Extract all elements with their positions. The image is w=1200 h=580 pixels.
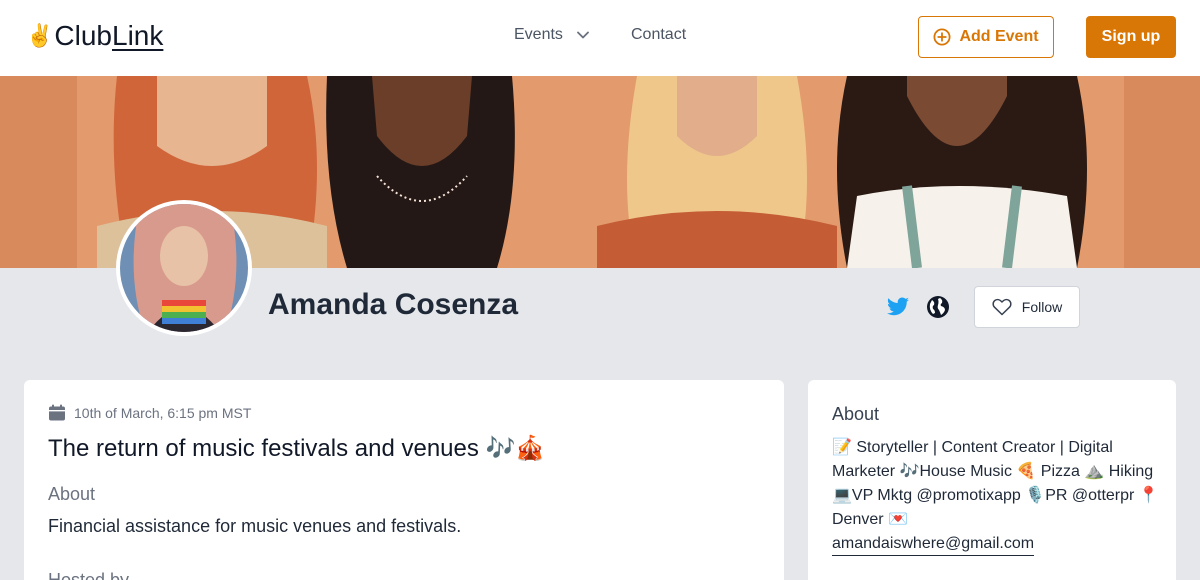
logo-text-club: Club [54, 20, 112, 51]
event-about-heading: About [48, 484, 96, 504]
event-title[interactable]: The return of music festivals and venues… [48, 434, 545, 463]
nav-events-label: Events [514, 26, 563, 43]
plus-circle-icon [933, 28, 951, 46]
chevron-down-icon [577, 31, 589, 39]
top-navigation-bar: ✌️ Club Link Events Contact Add Event Sig… [0, 0, 1200, 76]
hosted-by-heading: Hosted by [48, 570, 130, 580]
add-event-button[interactable]: Add Event [918, 16, 1054, 58]
about-heading: About [832, 404, 880, 424]
sign-up-button[interactable]: Sign up [1086, 16, 1176, 58]
follow-label: Follow [1021, 299, 1063, 315]
twitter-icon[interactable] [886, 295, 910, 319]
event-date-text: 10th of March, 6:15 pm MST [74, 405, 252, 421]
nav-events-dropdown[interactable]: Events [514, 26, 589, 44]
avatar-photo [120, 204, 248, 332]
victory-hand-icon: ✌️ [26, 23, 54, 48]
event-card[interactable]: 10th of March, 6:15 pm MST The return of… [24, 380, 784, 580]
about-bio-text: 📝 Storyteller | Content Creator | Digita… [832, 439, 1159, 528]
logo-text-link: Link [112, 20, 164, 51]
about-bio: 📝 Storyteller | Content Creator | Digita… [832, 436, 1162, 556]
calendar-icon [49, 404, 65, 421]
profile-avatar [116, 200, 252, 336]
clublink-logo[interactable]: ✌️ Club Link [26, 20, 163, 52]
heart-icon [992, 298, 1012, 316]
event-description: Financial assistance for music venues an… [48, 516, 462, 536]
about-email-link[interactable]: amandaiswhere@gmail.com [832, 533, 1035, 556]
nav-contact-link[interactable]: Contact [631, 26, 686, 44]
event-date: 10th of March, 6:15 pm MST [48, 404, 251, 422]
about-card: About 📝 Storyteller | Content Creator | … [808, 380, 1176, 580]
globe-icon[interactable] [926, 295, 950, 319]
follow-button[interactable]: Follow [974, 286, 1080, 328]
avatar-illustration [120, 204, 248, 332]
profile-name: Amanda Cosenza [268, 288, 519, 321]
add-event-label: Add Event [959, 28, 1039, 45]
